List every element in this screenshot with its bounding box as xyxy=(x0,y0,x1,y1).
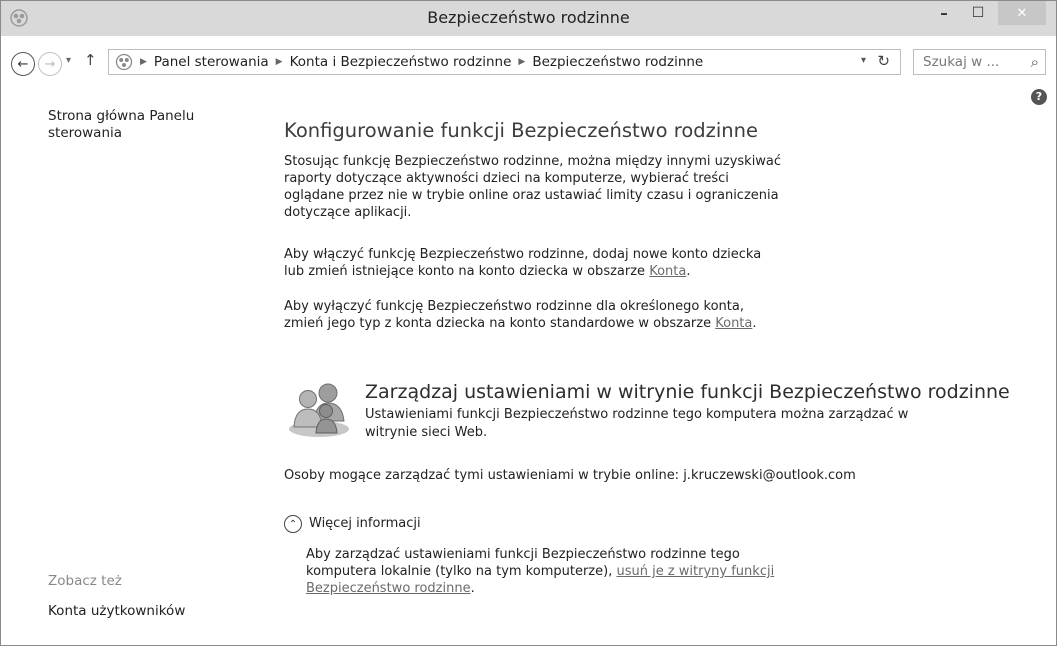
breadcrumb-control-panel[interactable]: Panel sterowania xyxy=(154,54,269,70)
recent-locations-button[interactable]: ▾ xyxy=(66,55,71,66)
breadcrumb-separator-icon[interactable]: ▶ xyxy=(276,57,283,67)
maximize-icon: ☐ xyxy=(971,5,985,21)
help-icon[interactable]: ? xyxy=(1031,89,1047,105)
minimize-icon: – xyxy=(940,4,948,22)
disable-text: Aby wyłączyć funkcję Bezpieczeństwo rodz… xyxy=(284,299,744,331)
user-accounts-link[interactable]: Konta użytkowników xyxy=(48,603,185,619)
breadcrumb-separator-icon[interactable]: ▶ xyxy=(140,57,147,67)
breadcrumb-separator-icon[interactable]: ▶ xyxy=(518,57,525,67)
intro-paragraph: Stosując funkcję Bezpieczeństwo rodzinne… xyxy=(284,154,782,220)
search-input[interactable]: Szukaj w ... ⌕ xyxy=(913,49,1046,75)
maximize-button[interactable]: ☐ xyxy=(961,1,995,25)
chevron-up-icon: ⌃ xyxy=(288,518,298,530)
disable-end: . xyxy=(752,316,757,331)
control-panel-icon xyxy=(115,53,133,71)
address-dropdown-chevron-icon[interactable]: ▾ xyxy=(861,55,866,66)
breadcrumb-family-safety[interactable]: Bezpieczeństwo rodzinne xyxy=(532,54,703,70)
enable-end: . xyxy=(686,264,691,279)
window: Bezpieczeństwo rodzinne – ☐ ✕ ← → ▾ ↑ ▶ … xyxy=(0,0,1057,646)
more-info-end: . xyxy=(470,581,475,596)
see-also-heading: Zobacz też xyxy=(48,573,122,589)
accounts-link[interactable]: Konta xyxy=(649,264,686,279)
forward-arrow-icon: → xyxy=(44,56,56,72)
more-info-toggle-button[interactable]: ⌃ xyxy=(284,515,302,533)
forward-button[interactable]: → xyxy=(38,52,62,76)
navigation-bar: ← → ▾ ↑ ▶ Panel sterowania ▶ Konta i Bez… xyxy=(1,36,1056,92)
more-info-text: Aby zarządzać ustawieniami funkcji Bezpi… xyxy=(306,546,776,597)
title-bar: Bezpieczeństwo rodzinne – ☐ ✕ xyxy=(1,1,1056,36)
up-button[interactable]: ↑ xyxy=(84,51,97,69)
accounts-link[interactable]: Konta xyxy=(715,316,752,331)
page-title: Konfigurowanie funkcji Bezpieczeństwo ro… xyxy=(284,119,759,142)
breadcrumb-accounts-family[interactable]: Konta i Bezpieczeństwo rodzinne xyxy=(290,54,512,70)
minimize-button[interactable]: – xyxy=(927,1,961,25)
left-pane: Strona główna Panelu sterowania xyxy=(48,108,248,142)
web-settings-description: Ustawieniami funkcji Bezpieczeństwo rodz… xyxy=(365,407,909,440)
back-arrow-icon: ← xyxy=(17,56,29,72)
search-icon[interactable]: ⌕ xyxy=(1031,50,1039,74)
refresh-icon[interactable]: ↻ xyxy=(877,52,890,70)
online-managers-text: Osoby mogące zarządzać tymi ustawieniami… xyxy=(284,468,856,483)
family-people-icon xyxy=(289,383,349,437)
chevron-down-icon: ▾ xyxy=(66,55,72,66)
window-title: Bezpieczeństwo rodzinne xyxy=(427,8,630,27)
search-placeholder: Szukaj w ... xyxy=(923,54,1000,70)
control-panel-home-link[interactable]: Strona główna Panelu sterowania xyxy=(48,108,248,142)
close-button[interactable]: ✕ xyxy=(998,1,1046,25)
disable-paragraph: Aby wyłączyć funkcję Bezpieczeństwo rodz… xyxy=(284,298,784,332)
enable-paragraph: Aby włączyć funkcję Bezpieczeństwo rodzi… xyxy=(284,246,784,280)
back-button[interactable]: ← xyxy=(11,52,35,76)
close-icon: ✕ xyxy=(1016,5,1028,21)
address-bar[interactable]: ▶ Panel sterowania ▶ Konta i Bezpieczeńs… xyxy=(108,49,901,75)
web-settings-heading[interactable]: Zarządzaj ustawieniami w witrynie funkcj… xyxy=(365,381,1045,403)
more-info-label[interactable]: Więcej informacji xyxy=(309,516,421,531)
up-arrow-icon: ↑ xyxy=(84,51,97,69)
